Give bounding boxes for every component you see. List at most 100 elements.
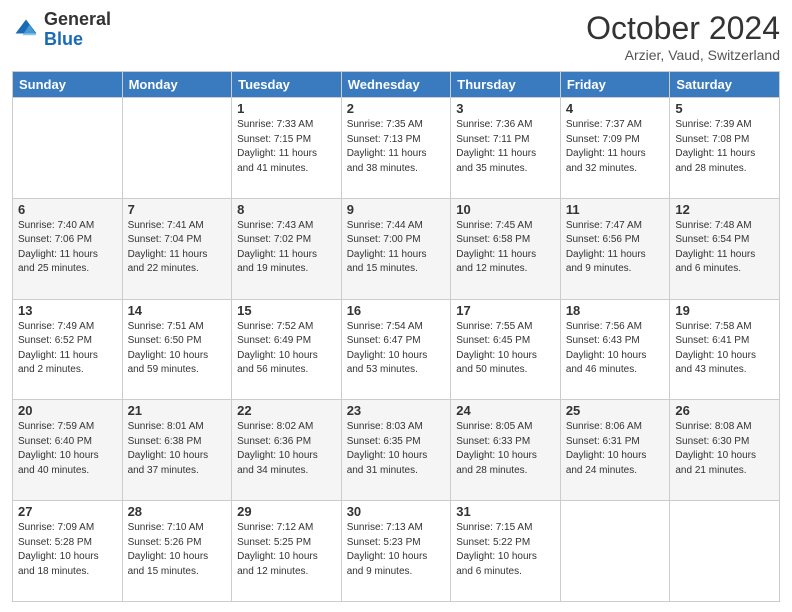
day-info: Sunrise: 7:15 AM Sunset: 5:22 PM Dayligh… [456, 521, 555, 579]
calendar-week-1: 1Sunrise: 7:33 AM Sunset: 7:15 PM Daylig… [13, 98, 780, 199]
calendar-cell: 24Sunrise: 8:05 AM Sunset: 6:33 PM Dayli… [451, 400, 561, 501]
day-info: Sunrise: 7:35 AM Sunset: 7:13 PM Dayligh… [347, 118, 446, 176]
day-info: Sunrise: 7:56 AM Sunset: 6:43 PM Dayligh… [566, 320, 665, 378]
day-number: 4 [566, 101, 665, 116]
calendar-cell: 2Sunrise: 7:35 AM Sunset: 7:13 PM Daylig… [341, 98, 451, 199]
day-number: 13 [18, 303, 117, 318]
calendar-cell [13, 98, 123, 199]
month-title: October 2024 [586, 10, 780, 47]
calendar-cell: 21 Sunrise: 8:01 AM Sunset: 6:38 PM Dayli… [122, 400, 232, 501]
calendar-cell: 18 Sunrise: 7:56 AM Sunset: 6:43 PM Dayli… [560, 299, 670, 400]
calendar-week-2: 6 Sunrise: 7:40 AM Sunset: 7:06 PM Daylig… [13, 198, 780, 299]
day-number: 31 [456, 504, 555, 519]
day-info: Sunrise: 8:05 AM Sunset: 6:33 PM Dayligh… [456, 420, 555, 478]
calendar-header-saturday: Saturday [670, 72, 780, 98]
day-info: Sunrise: 8:02 AM Sunset: 6:36 PM Dayligh… [237, 420, 336, 478]
day-info: Sunrise: 7:58 AM Sunset: 6:41 PM Dayligh… [675, 320, 774, 378]
day-number: 12 [675, 202, 774, 217]
day-number: 18 [566, 303, 665, 318]
calendar-cell: 31 Sunrise: 7:15 AM Sunset: 5:22 PM Dayli… [451, 501, 561, 602]
day-number: 17 [456, 303, 555, 318]
calendar-week-3: 13 Sunrise: 7:49 AM Sunset: 6:52 PM Dayli… [13, 299, 780, 400]
calendar-cell: 28 Sunrise: 7:10 AM Sunset: 5:26 PM Dayli… [122, 501, 232, 602]
calendar-cell: 10 Sunrise: 7:45 AM Sunset: 6:58 PM Dayli… [451, 198, 561, 299]
day-info: Sunrise: 7:37 AM Sunset: 7:09 PM Dayligh… [566, 118, 665, 176]
day-info: Sunrise: 7:59 AM Sunset: 6:40 PM Dayligh… [18, 420, 117, 478]
day-info: Sunrise: 7:41 AM Sunset: 7:04 PM Dayligh… [128, 219, 227, 277]
day-number: 9 [347, 202, 446, 217]
calendar-cell [670, 501, 780, 602]
subtitle: Arzier, Vaud, Switzerland [586, 47, 780, 63]
day-info: Sunrise: 7:47 AM Sunset: 6:56 PM Dayligh… [566, 219, 665, 277]
logo: General Blue [12, 10, 111, 50]
logo-general: General [44, 9, 111, 29]
day-info: Sunrise: 7:12 AM Sunset: 5:25 PM Dayligh… [237, 521, 336, 579]
calendar-cell: 26 Sunrise: 8:08 AM Sunset: 6:30 PM Dayli… [670, 400, 780, 501]
logo-text: General Blue [44, 10, 111, 50]
day-info: Sunrise: 8:01 AM Sunset: 6:38 PM Dayligh… [128, 420, 227, 478]
calendar-cell: 12 Sunrise: 7:48 AM Sunset: 6:54 PM Dayli… [670, 198, 780, 299]
day-number: 28 [128, 504, 227, 519]
day-info: Sunrise: 8:03 AM Sunset: 6:35 PM Dayligh… [347, 420, 446, 478]
day-info: Sunrise: 7:54 AM Sunset: 6:47 PM Dayligh… [347, 320, 446, 378]
calendar-cell [560, 501, 670, 602]
calendar-header-sunday: Sunday [13, 72, 123, 98]
day-number: 26 [675, 403, 774, 418]
day-number: 19 [675, 303, 774, 318]
calendar-cell: 9Sunrise: 7:44 AM Sunset: 7:00 PM Daylig… [341, 198, 451, 299]
title-section: October 2024 Arzier, Vaud, Switzerland [586, 10, 780, 63]
day-number: 15 [237, 303, 336, 318]
calendar-cell: 8 Sunrise: 7:43 AM Sunset: 7:02 PM Daylig… [232, 198, 342, 299]
day-number: 14 [128, 303, 227, 318]
day-info: Sunrise: 7:40 AM Sunset: 7:06 PM Dayligh… [18, 219, 117, 277]
calendar-header-wednesday: Wednesday [341, 72, 451, 98]
calendar-header-tuesday: Tuesday [232, 72, 342, 98]
calendar-cell: 11 Sunrise: 7:47 AM Sunset: 6:56 PM Dayli… [560, 198, 670, 299]
day-number: 29 [237, 504, 336, 519]
calendar-cell: 1Sunrise: 7:33 AM Sunset: 7:15 PM Daylig… [232, 98, 342, 199]
day-info: Sunrise: 8:06 AM Sunset: 6:31 PM Dayligh… [566, 420, 665, 478]
day-number: 16 [347, 303, 446, 318]
calendar-cell: 4 Sunrise: 7:37 AM Sunset: 7:09 PM Daylig… [560, 98, 670, 199]
day-info: Sunrise: 7:49 AM Sunset: 6:52 PM Dayligh… [18, 320, 117, 378]
day-info: Sunrise: 7:33 AM Sunset: 7:15 PM Dayligh… [237, 118, 336, 176]
calendar-header-monday: Monday [122, 72, 232, 98]
day-number: 23 [347, 403, 446, 418]
day-number: 8 [237, 202, 336, 217]
calendar-header-row: SundayMondayTuesdayWednesdayThursdayFrid… [13, 72, 780, 98]
day-number: 25 [566, 403, 665, 418]
day-number: 30 [347, 504, 446, 519]
calendar-cell: 29 Sunrise: 7:12 AM Sunset: 5:25 PM Dayli… [232, 501, 342, 602]
calendar-cell: 14Sunrise: 7:51 AM Sunset: 6:50 PM Dayli… [122, 299, 232, 400]
day-info: Sunrise: 7:45 AM Sunset: 6:58 PM Dayligh… [456, 219, 555, 277]
day-number: 6 [18, 202, 117, 217]
calendar-week-4: 20Sunrise: 7:59 AM Sunset: 6:40 PM Dayli… [13, 400, 780, 501]
day-info: Sunrise: 7:48 AM Sunset: 6:54 PM Dayligh… [675, 219, 774, 277]
calendar-cell: 25 Sunrise: 8:06 AM Sunset: 6:31 PM Dayli… [560, 400, 670, 501]
day-number: 22 [237, 403, 336, 418]
calendar-cell: 30 Sunrise: 7:13 AM Sunset: 5:23 PM Dayli… [341, 501, 451, 602]
day-number: 3 [456, 101, 555, 116]
calendar-cell: 27Sunrise: 7:09 AM Sunset: 5:28 PM Dayli… [13, 501, 123, 602]
day-info: Sunrise: 7:52 AM Sunset: 6:49 PM Dayligh… [237, 320, 336, 378]
calendar-cell: 19 Sunrise: 7:58 AM Sunset: 6:41 PM Dayli… [670, 299, 780, 400]
page: General Blue October 2024 Arzier, Vaud, … [0, 0, 792, 612]
day-info: Sunrise: 7:10 AM Sunset: 5:26 PM Dayligh… [128, 521, 227, 579]
day-info: Sunrise: 8:08 AM Sunset: 6:30 PM Dayligh… [675, 420, 774, 478]
day-info: Sunrise: 7:36 AM Sunset: 7:11 PM Dayligh… [456, 118, 555, 176]
day-info: Sunrise: 7:43 AM Sunset: 7:02 PM Dayligh… [237, 219, 336, 277]
calendar-cell: 5Sunrise: 7:39 AM Sunset: 7:08 PM Daylig… [670, 98, 780, 199]
logo-blue: Blue [44, 29, 83, 49]
calendar-cell: 6 Sunrise: 7:40 AM Sunset: 7:06 PM Daylig… [13, 198, 123, 299]
header: General Blue October 2024 Arzier, Vaud, … [12, 10, 780, 63]
calendar-week-5: 27Sunrise: 7:09 AM Sunset: 5:28 PM Dayli… [13, 501, 780, 602]
calendar-header-thursday: Thursday [451, 72, 561, 98]
day-number: 10 [456, 202, 555, 217]
day-number: 21 [128, 403, 227, 418]
calendar-cell: 17Sunrise: 7:55 AM Sunset: 6:45 PM Dayli… [451, 299, 561, 400]
day-info: Sunrise: 7:13 AM Sunset: 5:23 PM Dayligh… [347, 521, 446, 579]
logo-icon [12, 16, 40, 44]
calendar-header-friday: Friday [560, 72, 670, 98]
day-info: Sunrise: 7:09 AM Sunset: 5:28 PM Dayligh… [18, 521, 117, 579]
day-number: 11 [566, 202, 665, 217]
